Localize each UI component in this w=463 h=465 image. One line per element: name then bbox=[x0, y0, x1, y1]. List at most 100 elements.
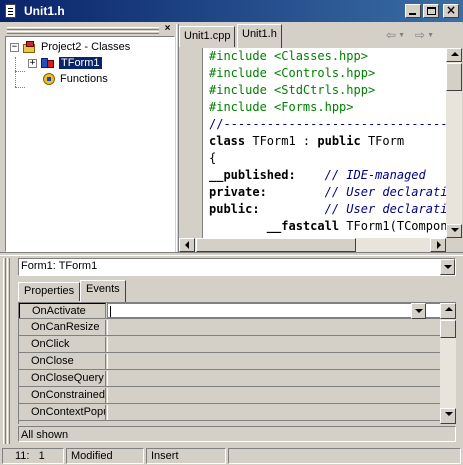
arrow-left-icon bbox=[185, 241, 189, 249]
close-button[interactable]: × bbox=[443, 3, 459, 18]
minimize-button[interactable] bbox=[405, 4, 421, 18]
event-name: OnContextPopup bbox=[19, 405, 106, 420]
event-value[interactable] bbox=[107, 388, 441, 403]
tab-unit1-h[interactable]: Unit1.h bbox=[237, 24, 282, 48]
scroll-right-button[interactable] bbox=[430, 238, 446, 252]
class-explorer: × − Project2 - Classes + TForm1 Function… bbox=[5, 24, 175, 252]
tree-item-tform1[interactable]: + TForm1 bbox=[28, 55, 102, 71]
tree-item-label: Functions bbox=[60, 73, 108, 85]
explorer-grip[interactable]: × bbox=[5, 24, 175, 36]
code-text-area[interactable]: #include <Classes.hpp> #include <Controls… bbox=[203, 48, 446, 238]
code-token: { bbox=[209, 151, 217, 165]
code-editor: Unit1.cpp Unit1.h ⇦ ▼ ⇨ ▼ #include <Clas… bbox=[179, 24, 462, 252]
code-line: class TForm1 : public TForm bbox=[203, 133, 446, 150]
event-row[interactable]: OnClick bbox=[19, 337, 441, 353]
object-dropdown-button[interactable] bbox=[440, 259, 455, 275]
object-selector[interactable]: Form1: TForm1 bbox=[18, 258, 456, 276]
class-icon bbox=[40, 56, 56, 70]
event-name: OnCanResize bbox=[19, 320, 106, 335]
event-value[interactable] bbox=[107, 337, 441, 352]
status-bar: 11: 1 Modified Insert bbox=[0, 446, 463, 465]
event-row[interactable]: OnContextPopup bbox=[19, 405, 441, 421]
event-value[interactable] bbox=[107, 405, 441, 420]
tab-events[interactable]: Events bbox=[80, 280, 126, 302]
editor-gutter[interactable] bbox=[179, 48, 203, 238]
events-grid: OnContextPopup OnConstrainedResize OnClose… bbox=[18, 302, 456, 424]
scroll-up-button[interactable] bbox=[446, 48, 462, 62]
document-icon bbox=[3, 3, 19, 19]
code-token: // User declarations bbox=[324, 185, 446, 199]
arrow-down-icon bbox=[451, 228, 459, 232]
code-line: { bbox=[203, 150, 446, 167]
text-caret bbox=[110, 306, 111, 317]
scroll-left-button[interactable] bbox=[179, 238, 195, 252]
collapse-icon[interactable]: − bbox=[10, 42, 19, 52]
event-name: OnCloseQuery bbox=[19, 371, 106, 386]
code-token: TForm1(TComponent* Owner); bbox=[346, 219, 446, 233]
inspector-tabs: Properties Events bbox=[18, 280, 456, 302]
code-line: private: // User declarations bbox=[203, 184, 446, 201]
event-value[interactable] bbox=[107, 303, 441, 319]
maximize-icon bbox=[427, 7, 436, 15]
event-value[interactable] bbox=[107, 320, 441, 335]
scroll-up-button[interactable] bbox=[440, 303, 456, 319]
code-token: TForm bbox=[360, 134, 405, 148]
object-inspector: Form1: TForm1 Properties Events OnContex… bbox=[3, 258, 460, 444]
event-value[interactable] bbox=[107, 371, 441, 386]
scroll-thumb[interactable] bbox=[446, 63, 462, 91]
class-tree[interactable]: − Project2 - Classes + TForm1 Functions bbox=[5, 36, 175, 252]
tab-properties[interactable]: Properties bbox=[18, 282, 81, 301]
explorer-close-icon[interactable]: × bbox=[162, 24, 173, 35]
code-token: class bbox=[209, 134, 246, 148]
arrow-up-icon bbox=[445, 307, 453, 311]
classes-icon bbox=[22, 40, 38, 54]
editor-horizontal-scrollbar[interactable] bbox=[179, 238, 446, 252]
code-line: #include <Classes.hpp> bbox=[203, 48, 446, 65]
back-arrow-icon[interactable]: ⇦ bbox=[386, 28, 396, 42]
event-row[interactable]: OnConstrainedResize bbox=[19, 388, 441, 404]
inspector-grip[interactable] bbox=[3, 258, 11, 444]
insert-mode-indicator: Insert bbox=[146, 447, 226, 464]
event-row[interactable]: OnCloseQuery bbox=[19, 371, 441, 387]
filter-status: All shown bbox=[18, 426, 456, 442]
code-token: public bbox=[317, 134, 361, 148]
code-token: #include <Forms.hpp> bbox=[209, 100, 354, 114]
back-dropdown-icon[interactable]: ▼ bbox=[398, 32, 405, 39]
event-name: OnConstrainedResize bbox=[19, 388, 106, 403]
window-title: Unit1.h bbox=[24, 4, 65, 18]
event-value[interactable] bbox=[107, 354, 441, 369]
code-line: #include <StdCtrls.hpp> bbox=[203, 82, 446, 99]
code-line: __published: // IDE-managed bbox=[203, 167, 446, 184]
forward-arrow-icon[interactable]: ⇨ bbox=[415, 28, 425, 42]
code-line: public: // User declarations bbox=[203, 201, 446, 218]
tree-item-label: TForm1 bbox=[59, 57, 102, 69]
arrow-down-icon bbox=[445, 412, 453, 416]
code-token: //------------------------------------ bbox=[209, 117, 446, 131]
expand-icon[interactable]: + bbox=[28, 58, 37, 68]
scroll-thumb[interactable] bbox=[440, 320, 456, 338]
event-row[interactable]: OnActivate bbox=[19, 303, 441, 319]
event-dropdown-button[interactable] bbox=[411, 303, 426, 319]
scroll-down-button[interactable] bbox=[440, 408, 456, 424]
tree-item-functions[interactable]: Functions bbox=[41, 71, 108, 87]
grid-vertical-scrollbar[interactable] bbox=[440, 303, 456, 424]
forward-dropdown-icon[interactable]: ▼ bbox=[427, 32, 434, 39]
scroll-thumb[interactable] bbox=[196, 238, 356, 252]
navigation-buttons: ⇦ ▼ ⇨ ▼ bbox=[386, 28, 442, 42]
event-name: OnClick bbox=[19, 337, 106, 352]
event-row[interactable]: OnCanResize bbox=[19, 320, 441, 336]
maximize-button[interactable] bbox=[423, 4, 439, 18]
editor-vertical-scrollbar[interactable] bbox=[446, 48, 462, 238]
tree-item-project[interactable]: − Project2 - Classes bbox=[10, 39, 130, 55]
code-token: __published: bbox=[209, 168, 296, 182]
code-token: TForm1 : bbox=[245, 134, 318, 148]
scroll-down-button[interactable] bbox=[446, 224, 462, 238]
tab-unit1-cpp[interactable]: Unit1.cpp bbox=[179, 26, 236, 47]
horizontal-splitter[interactable] bbox=[0, 252, 463, 256]
event-row[interactable]: OnClose bbox=[19, 354, 441, 370]
modified-indicator: Modified bbox=[66, 447, 144, 464]
code-token: // User declarations bbox=[324, 202, 446, 216]
